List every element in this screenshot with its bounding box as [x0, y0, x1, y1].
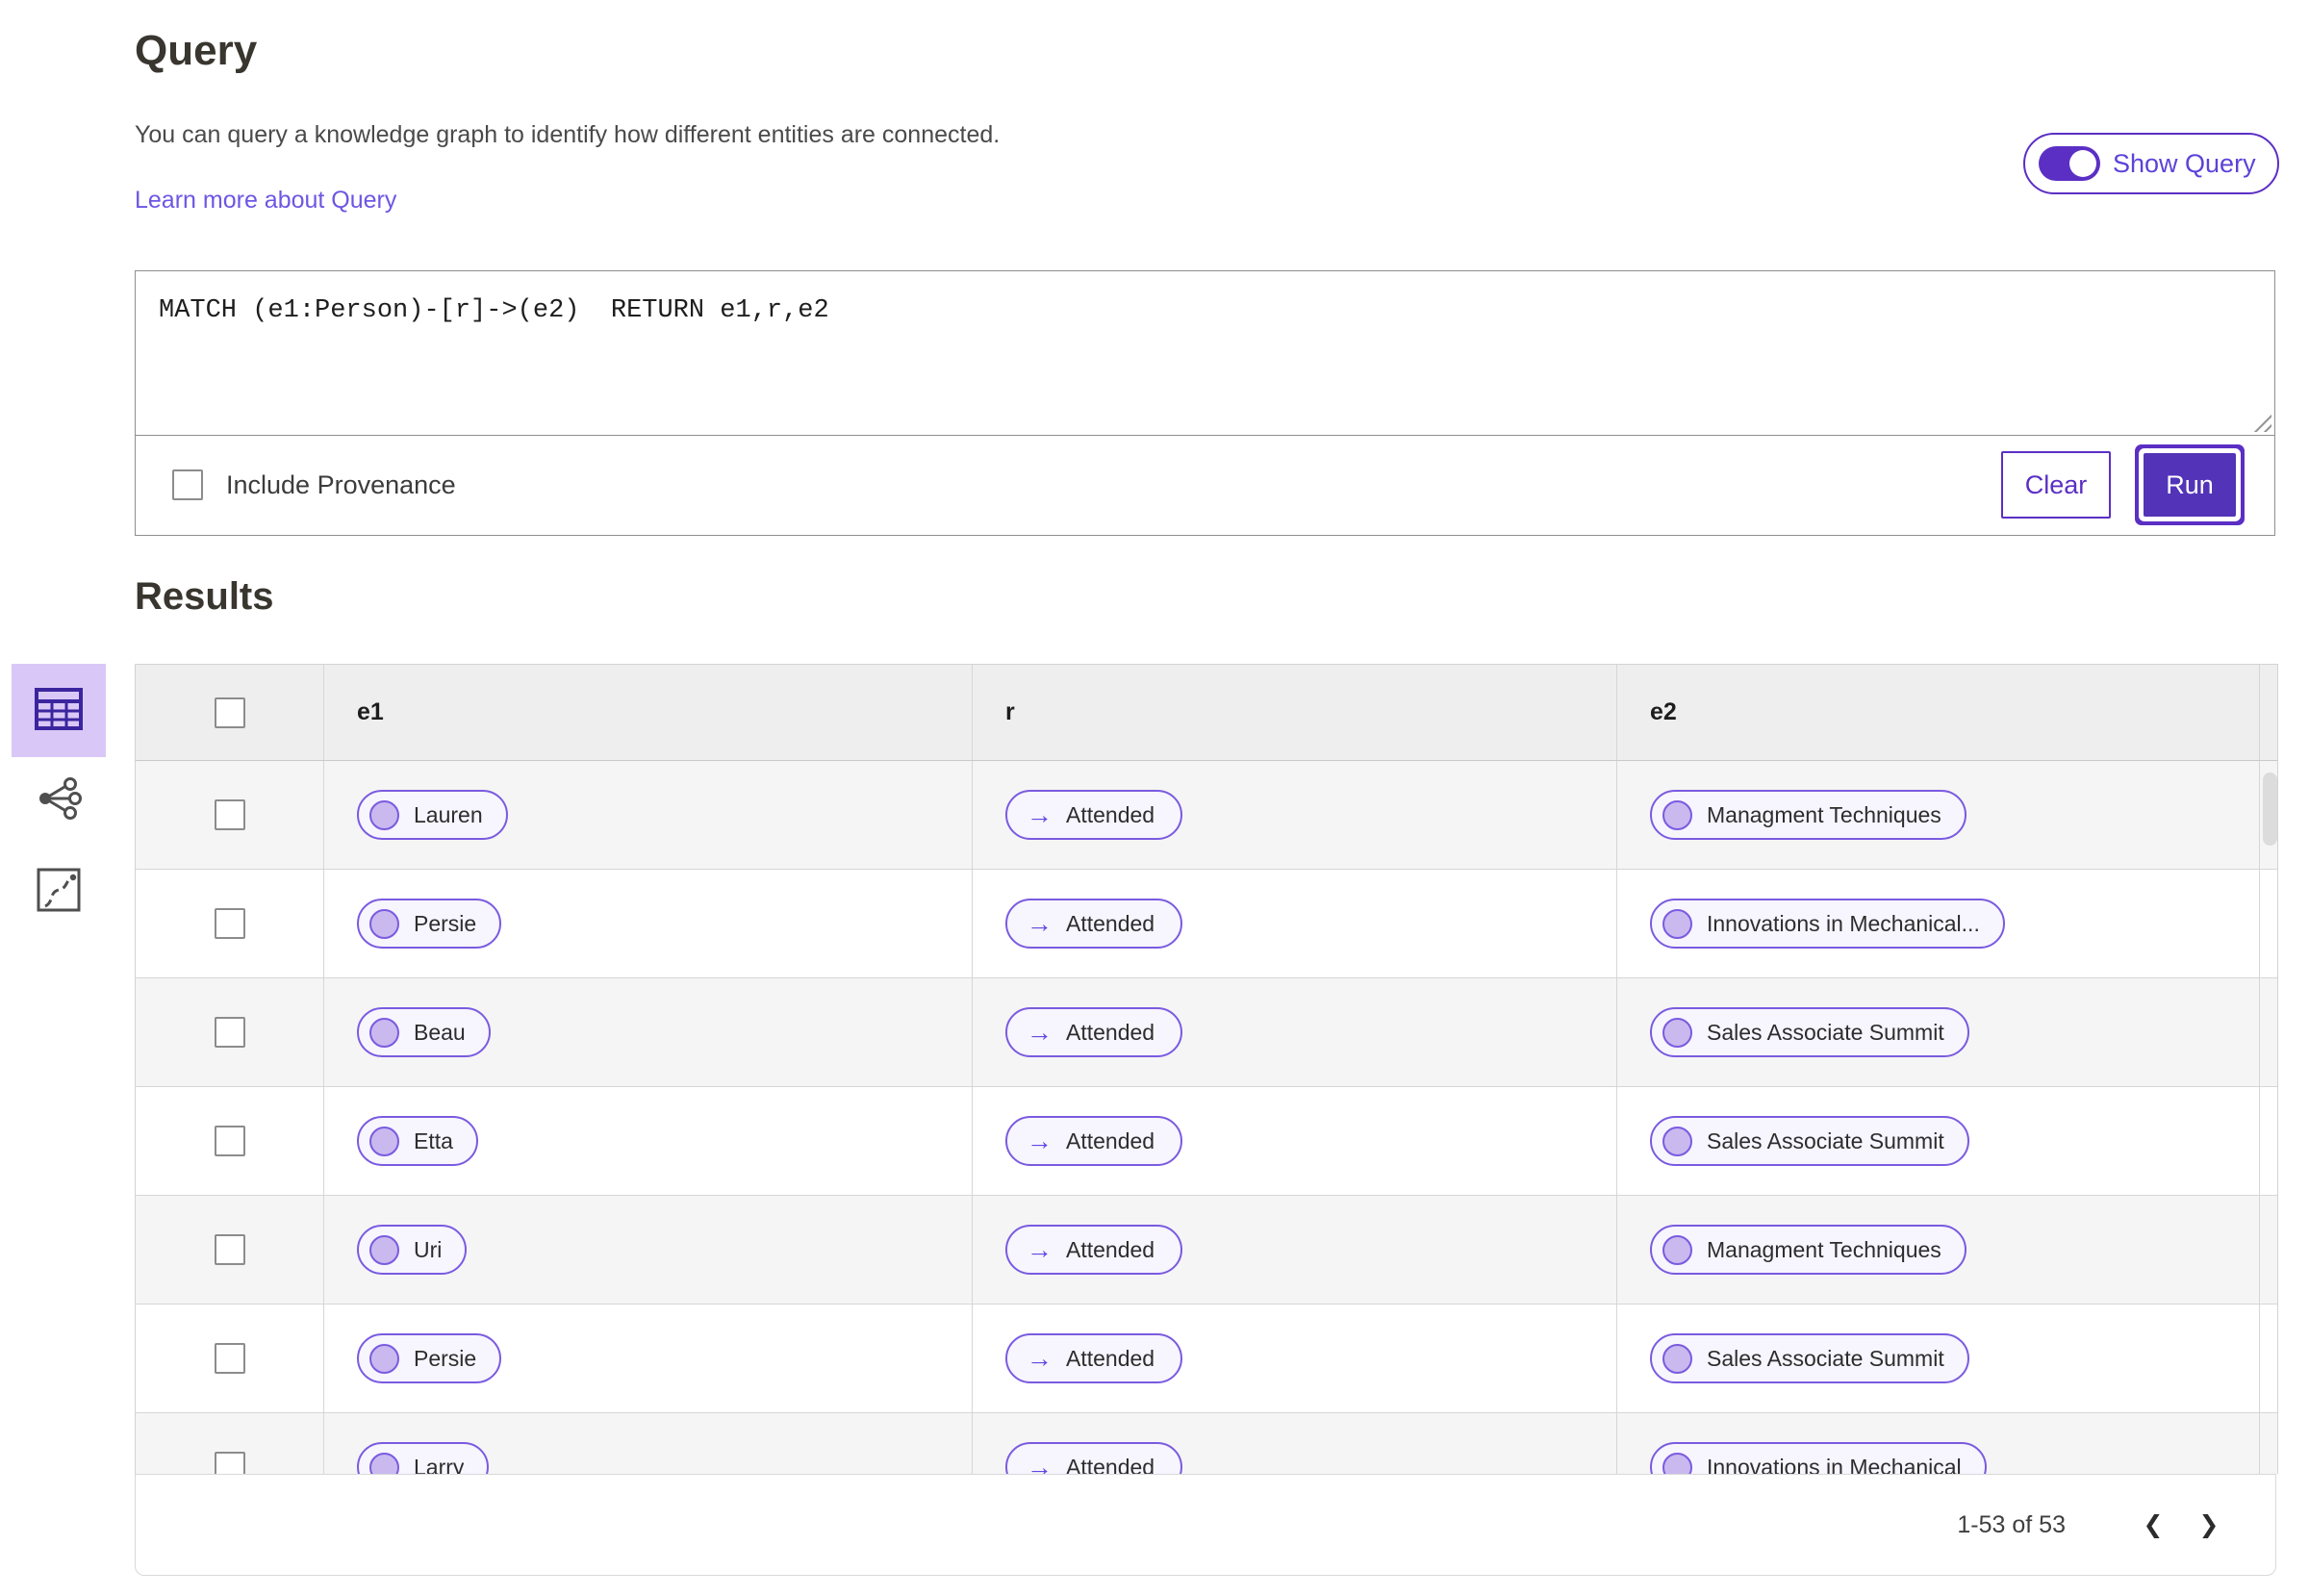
entity-pill-e2[interactable]: Managment Techniques: [1650, 790, 1966, 840]
table-row: Larry → Attended Innovations in Mechanic…: [136, 1413, 2277, 1474]
toggle-knob: [2069, 150, 2096, 177]
entity-pill-e1[interactable]: Persie: [357, 1333, 502, 1383]
entity-circle-icon: [1662, 1452, 1692, 1474]
show-query-toggle[interactable]: Show Query: [2023, 133, 2279, 194]
path-view-button[interactable]: [29, 862, 89, 920]
column-header-e1[interactable]: e1: [324, 665, 973, 760]
arrow-right-icon: →: [1027, 1452, 1053, 1474]
row-checkbox[interactable]: [214, 1452, 245, 1474]
path-icon: [37, 868, 81, 915]
arrow-right-icon: →: [1027, 908, 1053, 938]
entity-pill-e1[interactable]: Lauren: [357, 790, 508, 840]
entity-circle-icon: [1662, 799, 1692, 830]
next-page-button[interactable]: ❯: [2181, 1510, 2237, 1539]
results-table: e1 r e2 Lauren → Attended Managment Tech…: [135, 664, 2278, 1474]
table-row: Persie → Attended Sales Associate Summit: [136, 1305, 2277, 1413]
table-row: Uri → Attended Managment Techniques: [136, 1196, 2277, 1305]
entity-circle-icon: [369, 1126, 399, 1156]
results-title: Results: [135, 575, 274, 618]
entity-pill-e2[interactable]: Innovations in Mechanical: [1650, 1442, 1987, 1474]
column-header-r[interactable]: r: [973, 665, 1617, 760]
pagination-bar: 1-53 of 53 ❮ ❯: [135, 1474, 2276, 1576]
table-header-row: e1 r e2: [136, 665, 2277, 761]
entity-pill-e1[interactable]: Etta: [357, 1116, 478, 1166]
entity-pill-e2[interactable]: Sales Associate Summit: [1650, 1333, 1969, 1383]
entity-circle-icon: [369, 908, 399, 939]
entity-circle-icon: [369, 1017, 399, 1048]
row-checkbox[interactable]: [214, 908, 245, 939]
clear-button[interactable]: Clear: [2001, 451, 2111, 519]
row-checkbox[interactable]: [214, 799, 245, 830]
table-view-button[interactable]: [12, 664, 106, 757]
relation-pill[interactable]: → Attended: [1005, 1442, 1183, 1474]
entity-pill-e1[interactable]: Persie: [357, 899, 502, 949]
entity-circle-icon: [1662, 1126, 1692, 1156]
entity-circle-icon: [1662, 1234, 1692, 1265]
entity-circle-icon: [369, 1343, 399, 1374]
table-row: Etta → Attended Sales Associate Summit: [136, 1087, 2277, 1196]
relation-pill[interactable]: → Attended: [1005, 790, 1183, 840]
learn-more-link[interactable]: Learn more about Query: [135, 187, 396, 215]
entity-circle-icon: [1662, 908, 1692, 939]
previous-page-button[interactable]: ❮: [2125, 1510, 2181, 1539]
network-view-button[interactable]: [25, 770, 92, 829]
arrow-right-icon: →: [1027, 1343, 1053, 1373]
page-title: Query: [135, 27, 258, 74]
run-button[interactable]: Run: [2144, 453, 2236, 517]
query-panel: MATCH (e1:Person)-[r]->(e2) RETURN e1,r,…: [135, 270, 2275, 536]
vertical-scrollbar[interactable]: [2263, 773, 2277, 846]
relation-pill[interactable]: → Attended: [1005, 1116, 1183, 1166]
entity-pill-e2[interactable]: Sales Associate Summit: [1650, 1116, 1969, 1166]
arrow-right-icon: →: [1027, 1126, 1053, 1155]
include-provenance-label: Include Provenance: [226, 469, 456, 499]
arrow-right-icon: →: [1027, 1234, 1053, 1264]
table-body: Lauren → Attended Managment Techniques P…: [136, 761, 2277, 1474]
relation-pill[interactable]: → Attended: [1005, 1333, 1183, 1383]
row-checkbox[interactable]: [214, 1343, 245, 1374]
table-icon: [34, 687, 84, 734]
entity-pill-e2[interactable]: Innovations in Mechanical...: [1650, 899, 2005, 949]
network-icon: [35, 776, 83, 823]
entity-pill-e2[interactable]: Managment Techniques: [1650, 1225, 1966, 1275]
table-row: Lauren → Attended Managment Techniques: [136, 761, 2277, 870]
query-panel-footer: Include Provenance Clear Run: [136, 435, 2274, 535]
table-row: Persie → Attended Innovations in Mechani…: [136, 870, 2277, 978]
entity-circle-icon: [369, 1452, 399, 1474]
show-query-label: Show Query: [2113, 148, 2256, 178]
column-header-e2[interactable]: e2: [1617, 665, 2260, 760]
entity-circle-icon: [369, 1234, 399, 1265]
query-input[interactable]: MATCH (e1:Person)-[r]->(e2) RETURN e1,r,…: [136, 271, 2274, 436]
relation-pill[interactable]: → Attended: [1005, 899, 1183, 949]
relation-pill[interactable]: → Attended: [1005, 1007, 1183, 1057]
relation-pill[interactable]: → Attended: [1005, 1225, 1183, 1275]
entity-pill-e2[interactable]: Sales Associate Summit: [1650, 1007, 1969, 1057]
arrow-right-icon: →: [1027, 1017, 1053, 1047]
table-row: Beau → Attended Sales Associate Summit: [136, 978, 2277, 1087]
entity-pill-e1[interactable]: Uri: [357, 1225, 468, 1275]
entity-pill-e1[interactable]: Larry: [357, 1442, 490, 1474]
entity-circle-icon: [1662, 1017, 1692, 1048]
select-all-checkbox[interactable]: [214, 697, 245, 728]
toggle-switch-icon[interactable]: [2039, 146, 2100, 181]
entity-pill-e1[interactable]: Beau: [357, 1007, 491, 1057]
query-description: You can query a knowledge graph to ident…: [135, 121, 1001, 148]
entity-circle-icon: [1662, 1343, 1692, 1374]
entity-circle-icon: [369, 799, 399, 830]
arrow-right-icon: →: [1027, 799, 1053, 829]
row-checkbox[interactable]: [214, 1234, 245, 1265]
pagination-range: 1-53 of 53: [1957, 1510, 2066, 1538]
include-provenance-checkbox[interactable]: [172, 469, 203, 500]
row-checkbox[interactable]: [214, 1126, 245, 1156]
row-checkbox[interactable]: [214, 1017, 245, 1048]
